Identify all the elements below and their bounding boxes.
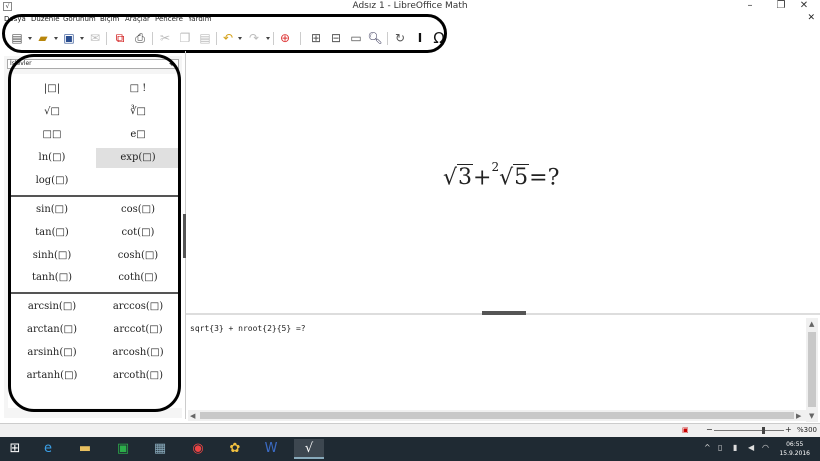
sqrt-symbol: √	[443, 165, 458, 191]
editor-horizontal-scrollbar[interactable]: ◀ ▶	[188, 410, 806, 421]
clock-date: 15.9.2016	[779, 450, 810, 457]
word-icon[interactable]: W	[256, 439, 286, 459]
editor-vertical-scrollbar[interactable]: ▲ ▼	[806, 318, 818, 422]
zoom-level[interactable]: %300	[797, 426, 817, 434]
taskbar: ⊞ e ▬ ▣ ▦ ◉ ✿ W √ ^ ▯ ▮ ◀ ◠ 06:55 15.9.2…	[0, 437, 820, 461]
chrome-icon[interactable]: ◉	[183, 439, 213, 459]
battery-icon[interactable]: ▮	[733, 443, 737, 452]
scroll-down-icon[interactable]: ▼	[809, 412, 814, 420]
equals-sign: =	[529, 165, 548, 191]
system-clock[interactable]: 06:55 15.9.2016	[779, 440, 810, 458]
zoom-in-button[interactable]: +	[785, 425, 792, 434]
zoom-out-button[interactable]: −	[706, 425, 713, 434]
formula-editor[interactable]: sqrt{3} + nroot{2}{5} =?	[187, 318, 804, 408]
vertical-scroll-thumb[interactable]	[808, 332, 816, 407]
document-close-icon[interactable]: ✕	[807, 13, 815, 23]
network-icon[interactable]: ▯	[718, 443, 722, 452]
radicand-5: 5	[513, 164, 530, 191]
window-title: Adsız 1 - LibreOffice Math	[352, 1, 468, 11]
tray-chevron-icon[interactable]: ^	[704, 443, 711, 452]
formula-preview[interactable]: √3+2√5=?	[443, 160, 560, 191]
scroll-up-icon[interactable]: ▲	[809, 320, 814, 328]
editor-collapse-handle[interactable]	[482, 311, 526, 315]
store-icon[interactable]: ▣	[108, 439, 138, 459]
volume-icon[interactable]: ◀	[748, 443, 754, 452]
result-placeholder: ?	[547, 165, 560, 191]
title-bar: √ Adsız 1 - LibreOffice Math – ❐ ✕	[0, 0, 820, 13]
nroot-symbol: √	[499, 165, 514, 191]
palette-highlight-ring	[8, 54, 181, 412]
root-index: 2	[491, 160, 500, 174]
scroll-right-icon[interactable]: ▶	[796, 412, 801, 420]
close-button[interactable]: ✕	[788, 0, 820, 13]
scroll-left-icon[interactable]: ◀	[190, 412, 195, 420]
horizontal-scroll-thumb[interactable]	[200, 412, 794, 419]
explorer-icon[interactable]: ▬	[70, 439, 100, 459]
zoom-slider[interactable]	[714, 430, 784, 431]
libreoffice-math-icon[interactable]: √	[294, 439, 324, 459]
document-modified-icon: ▣	[682, 426, 689, 434]
zoom-slider-knob[interactable]	[762, 427, 765, 434]
formula-source: sqrt{3} + nroot{2}{5} =?	[190, 324, 306, 333]
start-icon[interactable]: ⊞	[0, 439, 30, 459]
plus-sign: +	[473, 165, 492, 191]
minimize-button[interactable]: –	[736, 0, 764, 13]
ie-icon[interactable]: e	[33, 439, 63, 459]
radicand-3: 3	[457, 164, 474, 191]
clock-time: 06:55	[786, 441, 804, 448]
wifi-icon[interactable]: ◠	[762, 443, 769, 452]
status-bar: ▣ − + %300	[0, 423, 820, 437]
toolbar-highlight-ring	[2, 14, 447, 53]
panel-collapse-handle[interactable]	[183, 214, 186, 258]
paint-icon[interactable]: ✿	[220, 439, 250, 459]
control-panel-icon[interactable]: ▦	[145, 439, 175, 459]
